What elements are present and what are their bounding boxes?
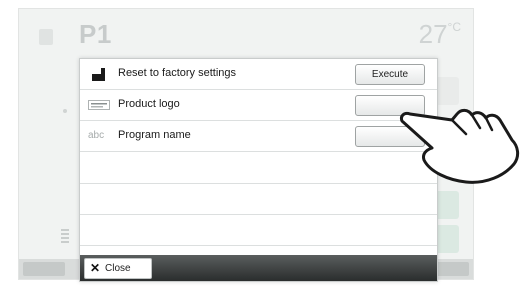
close-button[interactable]: ✕ Close bbox=[84, 258, 152, 279]
reset-label: Reset to factory settings bbox=[118, 67, 236, 79]
dialog-bottom-bar: ✕ Close bbox=[80, 255, 437, 281]
settings-dialog: Reset to factory settings Execute Produc… bbox=[79, 58, 438, 282]
close-label: Close bbox=[105, 263, 131, 274]
list-item-program-name: abc Program name bbox=[80, 121, 437, 152]
bottom-right-button[interactable] bbox=[433, 262, 469, 276]
product-logo-label: Product logo bbox=[118, 98, 180, 110]
temperature-readout: 27°C bbox=[418, 19, 461, 49]
reset-icon bbox=[92, 68, 105, 81]
divider bbox=[80, 245, 437, 246]
bottom-left-button[interactable] bbox=[23, 262, 65, 276]
close-icon: ✕ bbox=[90, 261, 101, 275]
home-icon bbox=[39, 29, 53, 45]
device-screen: P1 27°C Reset to factory settings Execut… bbox=[0, 0, 524, 287]
list-item-reset: Reset to factory settings Execute bbox=[80, 59, 437, 90]
program-name-label: Program name bbox=[118, 129, 191, 141]
divider bbox=[80, 214, 437, 215]
level-icon bbox=[61, 229, 69, 245]
logo-icon bbox=[88, 100, 110, 110]
pointing-hand-icon bbox=[400, 108, 520, 184]
abc-text-icon: abc bbox=[88, 130, 105, 141]
divider bbox=[80, 183, 437, 184]
list-item-product-logo: Product logo bbox=[80, 90, 437, 121]
program-title: P1 bbox=[79, 19, 112, 49]
indicator-dot bbox=[63, 109, 67, 113]
